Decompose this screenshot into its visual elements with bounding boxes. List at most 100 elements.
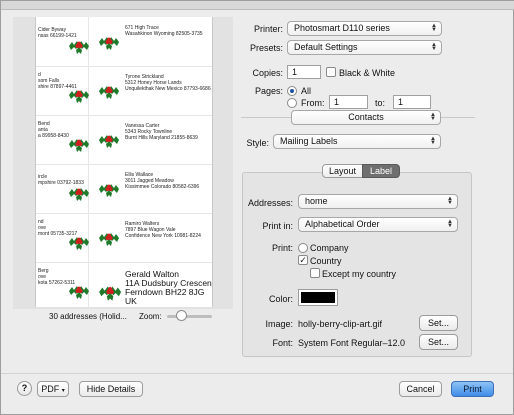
divider-left (241, 117, 291, 118)
holly-berry-icon (69, 139, 89, 152)
dropdown-arrow-icon: ▾ (61, 388, 65, 394)
label-line: UK (125, 296, 137, 306)
pages-from-radio[interactable] (287, 98, 297, 108)
column-divider (88, 17, 89, 307)
font-set-button[interactable]: Set... (419, 334, 458, 350)
right-label: Vanessa Carter 5343 Rocky Townline Burnt H… (125, 123, 198, 141)
pages-all-radio[interactable] (287, 86, 297, 96)
style-popup[interactable]: Mailing Labels ▲ ▼ (273, 134, 441, 149)
copies-label: Copies: (252, 68, 283, 78)
addresses-label: Addresses: (247, 198, 293, 208)
address-count: 30 addresses (Holid... (49, 312, 127, 321)
presets-popup[interactable]: Default Settings ▲ ▼ (287, 40, 442, 55)
printer-value: Photosmart D110 series (294, 23, 390, 33)
copies-field[interactable]: 1 (287, 65, 321, 79)
pages-all-label: All (301, 86, 312, 96)
label-line: Kissimmee Colorado 80582-6396 (125, 184, 200, 190)
row-divider (36, 262, 212, 263)
presets-label: Presets: (249, 43, 283, 53)
holly-berry-icon (99, 135, 119, 148)
image-set-button[interactable]: Set... (419, 315, 458, 331)
presets-value: Default Settings (294, 42, 358, 52)
printer-label: Printer: (253, 24, 283, 34)
updown-arrows-icon: ▲ ▼ (430, 112, 436, 122)
print-dialog: Cider Byway nsas 66199-1421 d som Falls shir… (0, 0, 514, 415)
style-label: Style: (246, 138, 269, 148)
addresses-value: home (305, 196, 328, 206)
color-label: Color: (268, 294, 293, 304)
updown-arrows-icon: ▲ ▼ (431, 42, 437, 52)
print-in-popup[interactable]: Alphabetical Order ▲ ▼ (298, 217, 458, 232)
black-white-checkbox[interactable] (326, 67, 336, 77)
holly-berry-icon (99, 184, 119, 197)
cancel-button[interactable]: Cancel (399, 381, 442, 397)
label-line: a 89958-8430 (38, 133, 69, 139)
pages-from-field[interactable]: 1 (329, 95, 368, 109)
label-line: Burnt Hills Maryland 21855-8639 (125, 135, 198, 141)
zoom-slider[interactable] (167, 315, 212, 318)
holly-berry-icon (69, 90, 89, 103)
holly-berry-icon (69, 237, 89, 250)
updown-arrows-icon: ▲ ▼ (430, 136, 436, 146)
holly-berry-icon (69, 286, 89, 299)
updown-arrows-icon: ▲ ▼ (447, 196, 453, 206)
footer-divider (1, 373, 513, 374)
label-line: Confidence New York 10981-8224 (125, 233, 201, 239)
label-line: Ferndown BH22 8JG (125, 287, 205, 297)
country-checkbox[interactable]: ✓ (298, 255, 308, 265)
pages-to-field[interactable]: 1 (393, 95, 431, 109)
except-my-country-checkbox[interactable] (310, 268, 320, 278)
print-in-label: Print in: (262, 221, 293, 231)
label-line: Wasahkinon Wyoming 82505-3735 (125, 31, 203, 37)
holly-berry-icon (99, 286, 122, 301)
except-my-country-label: Except my country (322, 269, 397, 279)
image-label: Image: (265, 319, 293, 329)
print-label: Print: (271, 243, 293, 253)
tab-layout[interactable]: Layout (322, 164, 363, 178)
zoom-label: Zoom: (139, 312, 162, 321)
title-strip (1, 1, 514, 10)
divider-right (441, 117, 475, 118)
label-line: Unquilekthak New Mexico 87793-6686 (125, 86, 211, 92)
print-button[interactable]: Print (451, 381, 494, 397)
tab-label[interactable]: Label (362, 164, 400, 178)
row-divider (36, 213, 212, 214)
section-popup[interactable]: Contacts ▲ ▼ (291, 110, 441, 125)
holly-berry-icon (99, 233, 119, 246)
pages-label: Pages: (254, 86, 283, 96)
row-divider (36, 164, 212, 165)
holly-berry-icon (99, 86, 119, 99)
pages-to-label: to: (375, 98, 386, 108)
font-value: System Font Regular‒12.0 (298, 338, 406, 348)
pdf-button[interactable]: PDF ▾ (37, 381, 69, 397)
row-divider (36, 66, 212, 67)
print-in-value: Alphabetical Order (305, 219, 380, 229)
right-label: 671 High Trace Wasahkinon Wyoming 82505-3… (125, 25, 203, 37)
color-swatch (301, 292, 335, 303)
section-popup-value: Contacts (348, 112, 384, 122)
image-value: holly-berry-clip-art.gif (298, 319, 383, 329)
updown-arrows-icon: ▲ ▼ (447, 219, 453, 229)
right-label: Gerald Walton 11A Dudsbury Crescent Ferndo… (125, 270, 212, 306)
hide-details-button[interactable]: Hide Details (79, 381, 143, 397)
updown-arrows-icon: ▲ ▼ (431, 23, 437, 33)
holly-berry-icon (69, 188, 89, 201)
style-value: Mailing Labels (280, 136, 338, 146)
label-preview-page: Cider Byway nsas 66199-1421 d som Falls shir… (35, 17, 213, 307)
help-button[interactable]: ? (17, 381, 32, 396)
company-checkbox[interactable] (298, 243, 308, 253)
zoom-slider-knob[interactable] (175, 310, 187, 321)
color-well[interactable] (298, 289, 338, 306)
holly-berry-icon (69, 41, 89, 54)
left-label: Bend anta a 89958-8430 (38, 121, 69, 139)
pdf-label: PDF (41, 384, 60, 394)
right-label: Tyrone Strickland 5312 Honey Horse Lands U… (125, 74, 211, 92)
company-label: Company (310, 243, 349, 253)
addresses-popup[interactable]: home ▲ ▼ (298, 194, 458, 209)
font-label: Font: (272, 338, 293, 348)
black-white-label: Black & White (339, 68, 396, 78)
printer-popup[interactable]: Photosmart D110 series ▲ ▼ (287, 21, 442, 36)
holly-berry-icon (99, 37, 119, 50)
country-label: Country (310, 256, 342, 266)
row-divider (36, 115, 212, 116)
